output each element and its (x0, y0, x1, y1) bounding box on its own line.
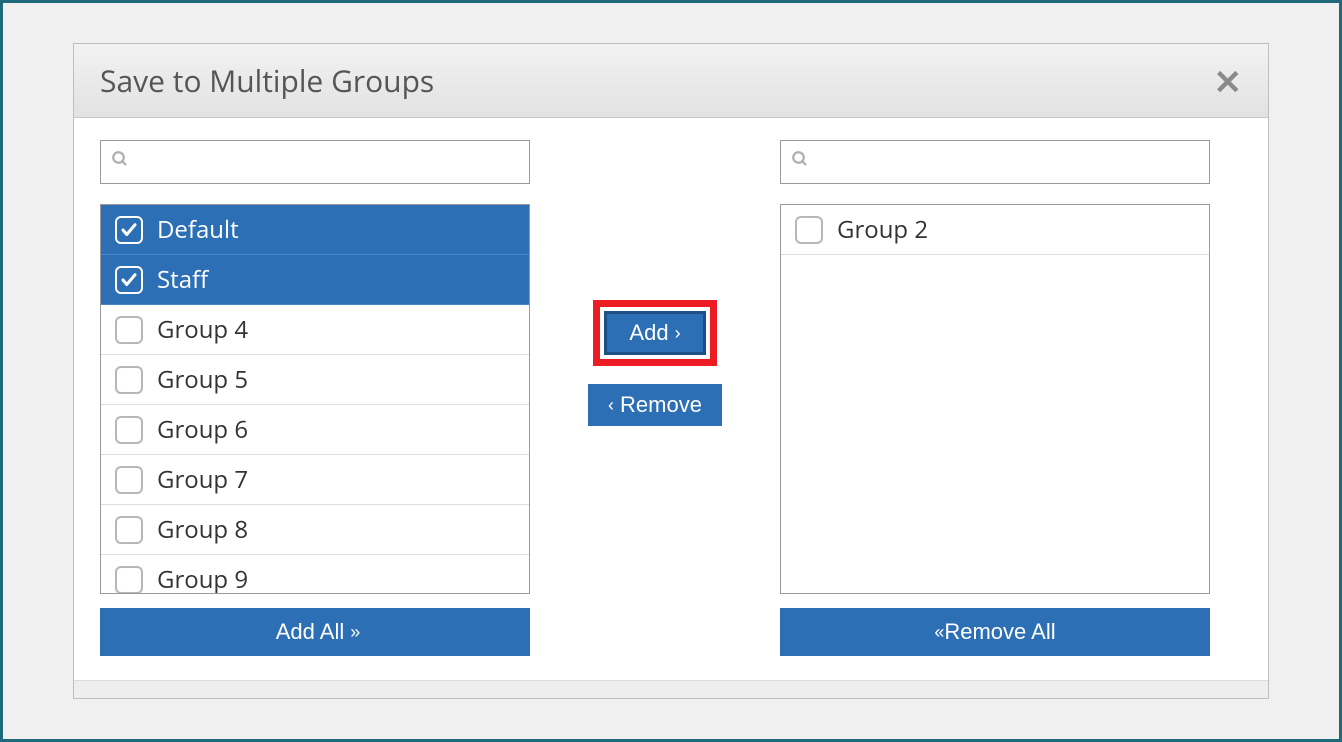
checkbox-icon[interactable] (115, 466, 143, 494)
list-item-label: Group 7 (157, 463, 248, 496)
list-item[interactable]: Group 7 (101, 455, 529, 505)
screenshot-frame: Save to Multiple Groups ✕ Default Staff Gr… (0, 0, 1342, 742)
add-all-label: Add All (276, 619, 345, 645)
remove-all-label: Remove All (944, 619, 1055, 645)
remove-all-button[interactable]: « Remove All (780, 608, 1210, 656)
list-item-label: Group 5 (157, 363, 248, 396)
checkbox-icon[interactable] (115, 566, 143, 594)
available-search-box[interactable] (100, 140, 530, 184)
search-icon (111, 150, 129, 174)
chevron-right-icon: › (675, 324, 681, 342)
list-item-label: Group 2 (837, 213, 928, 246)
checkbox-icon[interactable] (115, 516, 143, 544)
list-item[interactable]: Group 9 (101, 555, 529, 594)
chevron-double-right-icon: » (350, 623, 354, 641)
save-to-multiple-groups-dialog: Save to Multiple Groups ✕ Default Staff Gr… (73, 43, 1269, 699)
available-groups-list[interactable]: Default Staff Group 4 Group 5 Group 6 Group 7… (100, 204, 530, 594)
available-groups-panel: Default Staff Group 4 Group 5 Group 6 Group 7… (100, 140, 530, 656)
list-item-label: Group 4 (157, 313, 248, 346)
close-icon[interactable]: ✕ (1214, 64, 1243, 98)
dialog-body: Default Staff Group 4 Group 5 Group 6 Group 7… (74, 118, 1268, 666)
dialog-footer (74, 680, 1268, 698)
add-all-button[interactable]: Add All » (100, 608, 530, 656)
checkbox-icon[interactable] (115, 316, 143, 344)
checkbox-icon[interactable] (115, 366, 143, 394)
list-item-label: Staff (157, 263, 208, 296)
checkbox-icon[interactable] (115, 266, 143, 294)
add-button[interactable]: Add › (604, 311, 705, 355)
list-item[interactable]: Group 6 (101, 405, 529, 455)
list-item[interactable]: Staff (101, 255, 529, 305)
list-item[interactable]: Group 8 (101, 505, 529, 555)
add-label: Add (629, 320, 668, 346)
dialog-title: Save to Multiple Groups (100, 60, 434, 101)
checkbox-icon[interactable] (115, 216, 143, 244)
transfer-buttons-column: Add › ‹ Remove (570, 140, 740, 426)
selected-groups-list[interactable]: Group 2 (780, 204, 1210, 594)
available-search-input[interactable] (137, 152, 519, 173)
list-item[interactable]: Default (101, 205, 529, 255)
add-button-highlight: Add › (593, 300, 716, 366)
list-item-label: Group 8 (157, 513, 248, 546)
list-item[interactable]: Group 5 (101, 355, 529, 405)
checkbox-icon[interactable] (795, 216, 823, 244)
list-item-label: Default (157, 213, 239, 246)
list-item[interactable]: Group 2 (781, 205, 1209, 255)
chevron-left-icon: ‹ (608, 396, 614, 414)
search-icon (791, 150, 809, 174)
list-item[interactable]: Group 4 (101, 305, 529, 355)
selected-groups-panel: Group 2 « Remove All (780, 140, 1210, 656)
checkbox-icon[interactable] (115, 416, 143, 444)
list-item-label: Group 6 (157, 413, 248, 446)
selected-search-box[interactable] (780, 140, 1210, 184)
remove-button[interactable]: ‹ Remove (588, 384, 722, 426)
chevron-double-left-icon: « (934, 623, 938, 641)
dialog-header: Save to Multiple Groups ✕ (74, 44, 1268, 118)
selected-search-input[interactable] (817, 152, 1199, 173)
remove-label: Remove (620, 392, 702, 418)
list-item-label: Group 9 (157, 563, 248, 594)
